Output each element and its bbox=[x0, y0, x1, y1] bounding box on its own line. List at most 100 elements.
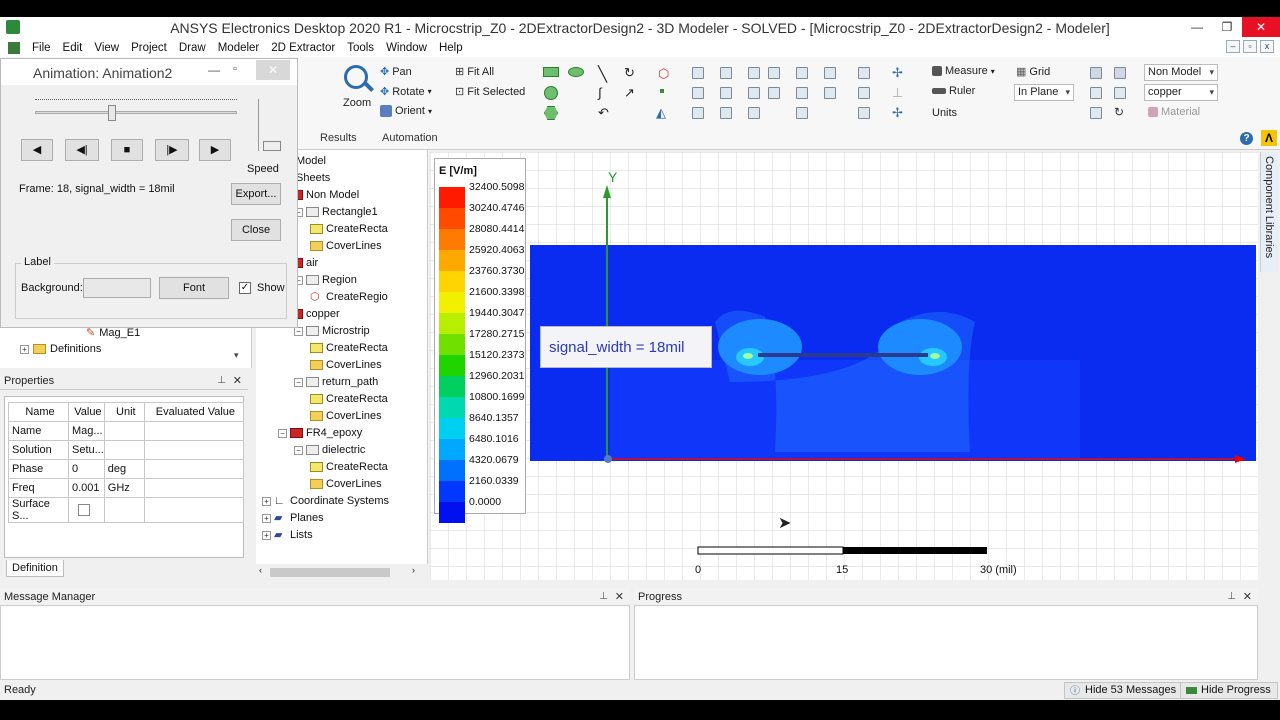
uncover-icon[interactable] bbox=[720, 107, 732, 119]
pin-icon[interactable]: ⊥ bbox=[217, 372, 226, 390]
cube-icon[interactable]: ⬡ bbox=[658, 66, 669, 82]
measure-button[interactable]: Measure ▾ bbox=[932, 65, 995, 77]
scale-icon[interactable] bbox=[796, 107, 808, 119]
draw-spline-icon[interactable]: ∫ bbox=[598, 85, 602, 100]
history-icon[interactable] bbox=[1114, 87, 1126, 99]
tree-item[interactable]: + ∟ Coordinate Systems bbox=[262, 493, 389, 509]
grid-button[interactable]: ▦ Grid bbox=[1016, 65, 1050, 79]
component-libraries-tab[interactable]: Component Libraries bbox=[1260, 152, 1278, 272]
sweep-along-icon[interactable] bbox=[748, 87, 760, 99]
tree-item[interactable]: CreateRecta bbox=[310, 391, 388, 407]
tree-item[interactable]: CoverLines bbox=[310, 357, 382, 373]
tree-item[interactable]: Model bbox=[296, 153, 326, 169]
tab-results[interactable]: Results bbox=[320, 132, 357, 144]
close-window-button[interactable]: ✕ bbox=[1242, 17, 1280, 37]
background-color-button[interactable] bbox=[83, 278, 151, 298]
duplicate-icon[interactable] bbox=[796, 67, 808, 79]
expand-toggle[interactable]: − bbox=[278, 428, 287, 438]
tree-item[interactable]: − dielectric bbox=[294, 442, 365, 458]
font-button[interactable]: Font bbox=[159, 277, 229, 299]
tree-item-definitions[interactable]: + Definitions bbox=[20, 343, 101, 355]
model-type-select[interactable]: Non Model bbox=[1144, 64, 1218, 81]
boolean-subtract-icon[interactable] bbox=[720, 67, 732, 79]
tree-item[interactable]: CoverLines bbox=[310, 238, 382, 254]
thicken-icon[interactable] bbox=[768, 87, 780, 99]
face-cs-icon[interactable]: ✢ bbox=[892, 105, 903, 121]
expand-toggle[interactable]: + bbox=[20, 344, 29, 354]
maximize-button[interactable]: ❐ bbox=[1212, 17, 1242, 37]
expand-toggle[interactable]: + bbox=[262, 513, 271, 523]
tree-item[interactable]: CoverLines bbox=[310, 476, 382, 492]
step-forward-button[interactable]: |▶ bbox=[155, 139, 189, 161]
pan-button[interactable]: ✥ Pan bbox=[380, 65, 412, 79]
tab-automation[interactable]: Automation bbox=[382, 132, 438, 144]
material-select[interactable]: copper bbox=[1144, 84, 1218, 101]
split-icon[interactable] bbox=[768, 67, 780, 79]
cell-value[interactable]: 0.001 bbox=[68, 478, 105, 498]
close-dialog-button[interactable]: Close bbox=[231, 219, 281, 241]
detach-icon[interactable] bbox=[748, 107, 760, 119]
cell-value[interactable]: Mag... bbox=[68, 421, 105, 441]
menu-edit[interactable]: Edit bbox=[57, 42, 89, 54]
cover-icon[interactable] bbox=[692, 107, 704, 119]
draw-ellipse-icon[interactable] bbox=[568, 67, 584, 77]
mirror-icon[interactable] bbox=[824, 67, 836, 79]
tree-item[interactable]: + ▰ Planes bbox=[262, 510, 324, 526]
help-icon[interactable]: ? bbox=[1240, 132, 1253, 145]
scroll-thumb[interactable] bbox=[270, 568, 390, 577]
orient-button[interactable]: Orient ▾ bbox=[380, 105, 432, 117]
move-icon[interactable] bbox=[796, 87, 808, 99]
material-button[interactable]: Material bbox=[1148, 106, 1200, 118]
menu-window[interactable]: Window bbox=[380, 42, 433, 54]
close-message-manager-icon[interactable]: ✕ bbox=[615, 588, 624, 606]
scroll-right-icon[interactable]: › bbox=[412, 565, 415, 575]
draw-function-icon[interactable]: ↗ bbox=[624, 85, 635, 101]
line-tool-icon[interactable] bbox=[858, 107, 870, 119]
draw-arc-icon[interactable]: ↻ bbox=[624, 65, 635, 81]
expand-toggle[interactable]: + bbox=[262, 496, 271, 506]
tree-item[interactable]: − Rectangle1 bbox=[294, 204, 378, 220]
rotate-object-icon[interactable] bbox=[824, 87, 836, 99]
tree-item[interactable]: − FR4_epoxy bbox=[278, 425, 362, 441]
scroll-down-icon[interactable]: ▾ bbox=[234, 350, 239, 361]
menu-project[interactable]: Project bbox=[125, 42, 173, 54]
surface-checkbox[interactable] bbox=[78, 504, 90, 517]
tab-definition[interactable]: Definition bbox=[6, 560, 64, 577]
units-button[interactable]: Units bbox=[932, 107, 957, 119]
rotate-button[interactable]: ✥ Rotate ▾ bbox=[380, 85, 432, 99]
draw-circle-icon[interactable] bbox=[544, 86, 558, 100]
scroll-left-icon[interactable]: ‹ bbox=[259, 565, 262, 575]
lock-icon[interactable] bbox=[1090, 107, 1102, 119]
mdi-minimize-button[interactable]: – bbox=[1226, 40, 1240, 53]
frame-slider-thumb[interactable] bbox=[107, 105, 116, 121]
snap-icon[interactable] bbox=[1090, 67, 1102, 79]
menu-view[interactable]: View bbox=[88, 42, 125, 54]
tree-hscrollbar[interactable]: ‹ › bbox=[256, 564, 428, 580]
tree-item[interactable]: CoverLines bbox=[310, 408, 382, 424]
export-button[interactable]: Export... bbox=[231, 183, 281, 205]
play-button[interactable]: ▶ bbox=[199, 139, 231, 161]
tree-item[interactable]: Sheets bbox=[296, 170, 330, 186]
ruler-button[interactable]: Ruler bbox=[932, 85, 975, 97]
draw-line-icon[interactable]: ╲ bbox=[598, 65, 607, 83]
relative-cs-icon[interactable]: ⊥ bbox=[892, 85, 903, 101]
hide-messages-button[interactable]: ⓘ Hide 53 Messages bbox=[1064, 682, 1184, 699]
speed-slider-thumb[interactable] bbox=[263, 141, 281, 151]
pin-icon[interactable]: ⊥ bbox=[1227, 588, 1236, 606]
pin-icon[interactable]: ⊥ bbox=[599, 588, 608, 606]
separate-icon[interactable] bbox=[720, 87, 732, 99]
fit-all-button[interactable]: ⊞ Fit All bbox=[455, 65, 494, 79]
imprint-icon[interactable] bbox=[692, 87, 704, 99]
draw-curve-icon[interactable]: ↶ bbox=[598, 105, 609, 121]
menu-file[interactable]: File bbox=[26, 42, 57, 54]
tree-item[interactable]: CreateRecta bbox=[310, 221, 388, 237]
cell-value[interactable]: 0 bbox=[68, 459, 105, 479]
step-back-button[interactable]: ◀| bbox=[65, 139, 99, 161]
draw-polygon-icon[interactable] bbox=[544, 106, 558, 120]
close-progress-icon[interactable]: ✕ bbox=[1243, 588, 1252, 606]
frame-slider-track[interactable] bbox=[35, 111, 237, 114]
mdi-restore-button[interactable]: ▫ bbox=[1243, 40, 1257, 53]
menu-modeler[interactable]: Modeler bbox=[212, 42, 266, 54]
dialog-minimize-button[interactable]: — bbox=[208, 63, 220, 77]
menu-2d-extractor[interactable]: 2D Extractor bbox=[265, 42, 341, 54]
